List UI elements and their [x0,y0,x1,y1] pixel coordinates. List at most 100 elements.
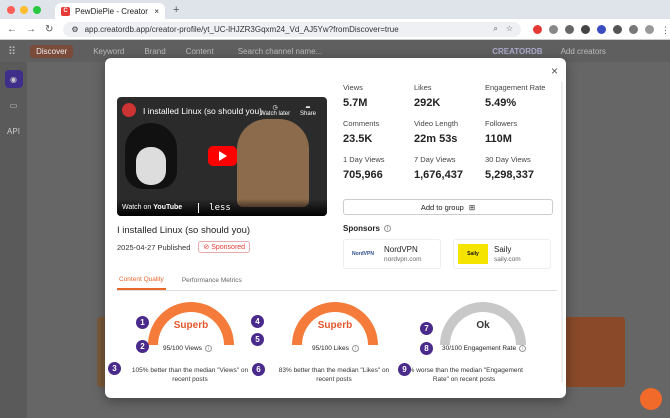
extensions-area: ⋮ [533,24,670,35]
app-sidebar: ◉ ▭ API [0,62,27,418]
stat-1-day-views: 1 Day Views 705,966 [343,155,385,181]
extension-icon[interactable] [565,24,574,34]
menu-kebab-icon[interactable]: ⋮ [661,25,670,35]
annotation-marker: 6 [252,363,265,376]
sidebar-item-discover[interactable]: ◉ [4,70,23,88]
nav-content[interactable]: Content [186,47,214,56]
url-field[interactable]: ⚙ app.creatordb.app/creator-profile/yt_U… [63,21,521,37]
sidepanel-icon[interactable] [629,24,638,34]
youtube-logo: YouTube [153,204,183,211]
reload-icon[interactable]: ↻ [45,24,53,35]
new-tab-button[interactable]: + [173,4,179,16]
bookmark-star-icon[interactable]: ☆ [506,24,513,34]
annotation-marker: 7 [420,322,433,335]
share-button[interactable]: ➦ Share [300,104,316,117]
gauge-views-score: 95/100 Views i [163,345,212,352]
sidebar-item-folder[interactable]: ▭ [5,96,23,114]
video-player[interactable]: I installed Linux (so should you) ◷ Watch… [117,97,327,216]
watch-on-label: Watch on [122,204,152,211]
tab-performance-metrics[interactable]: Performance Metrics [180,272,244,289]
extension-icon[interactable] [549,24,558,34]
sponsored-badge: ⊘ Sponsored [198,241,251,253]
sponsor-card-saily[interactable]: Saily Saily saily.com [453,239,551,269]
info-icon[interactable]: i [351,345,359,352]
annotation-marker: 8 [420,342,433,355]
gauge-engagement-grade: Ok [476,320,490,331]
stat-likes: Likes 292K [414,83,441,109]
puzzle-icon[interactable] [613,24,622,34]
gauge-engagement-score: 30/100 Engagement Rate i [442,345,527,352]
annotation-marker: 5 [251,333,264,346]
maximize-window-icon[interactable] [33,5,41,14]
nav-brand[interactable]: Brand [144,47,165,56]
info-icon[interactable]: i [204,345,212,352]
channel-avatar [122,103,136,117]
play-icon[interactable] [208,146,237,166]
annotation-marker: 1 [136,316,149,329]
add-to-group-label: Add to group [420,202,464,212]
saily-logo: Saily [458,244,488,264]
gauge-views-grade: Superb [173,320,209,331]
background-card [557,317,625,387]
window-controls[interactable] [7,5,41,14]
info-icon[interactable]: i [383,225,391,232]
stat-video-length: Video Length 22m 53s [414,119,459,145]
stat-followers: Followers 110M [485,119,518,145]
nordvpn-logo: NordVPN [352,251,374,257]
browser-tab[interactable]: C PewDiePie - Creator profile - × [55,3,165,19]
watch-on-youtube-bar[interactable]: Watch on YouTube less [117,199,327,216]
add-to-group-button[interactable]: Add to group ⊞ [343,199,553,215]
stat-views: Views 5.7M [343,83,368,109]
info-icon[interactable]: i [519,345,527,352]
less-watermark: less [198,202,231,213]
zoom-icon[interactable]: ⌕ [493,24,497,34]
forward-icon[interactable]: → [26,24,36,35]
video-detail-modal: × I installed Linux (so should you) ◷ Wat… [105,58,566,398]
stat-30-day-views: 30 Day Views 5,298,337 [485,155,534,181]
video-title: I installed Linux (so should you) [117,225,251,236]
back-icon[interactable]: ← [7,24,17,35]
quality-tabs: Content Quality Performance Metrics [117,271,557,291]
tab-content-quality[interactable]: Content Quality [117,271,166,290]
favicon-icon: C [61,6,70,16]
annotation-marker: 4 [251,315,264,328]
app-grid-icon[interactable]: ⠿ [8,45,16,58]
tab-close-icon[interactable]: × [154,7,159,16]
extension-icon[interactable] [581,24,590,34]
extension-icon[interactable] [533,24,542,34]
gauge-likes-grade: Superb [317,320,353,331]
gauge-engagement-description: 8% worse than the median "Engagement Rat… [405,367,523,383]
gauge-likes-score: 95/100 Likes i [312,345,359,352]
annotation-marker: 9 [398,363,411,376]
folder-plus-icon: ⊞ [468,202,476,212]
address-bar-row: ← → ↻ ⚙ app.creatordb.app/creator-profil… [0,19,670,40]
chat-support-button[interactable] [640,388,662,410]
extension-icon[interactable] [597,24,606,34]
minimize-window-icon[interactable] [20,5,28,14]
add-creators-button[interactable]: Add creators [561,47,606,56]
stat-engagement-rate: Engagement Rate 5.49% [485,83,546,109]
stat-7-day-views: 7 Day Views 1,676,437 [414,155,463,181]
nav-discover[interactable]: Discover [30,44,74,58]
person-thumbnail-graphic [237,119,309,207]
video-overlay-title: I installed Linux (so should you) [143,106,263,116]
penguin-thumbnail-graphic [125,123,177,189]
stat-comments: Comments 23.5K [343,119,380,145]
gauge-likes-description: 83% better than the median "Likes" on re… [278,367,390,383]
site-info-icon[interactable]: ⚙ [71,25,78,34]
close-icon[interactable]: × [551,64,558,78]
sponsors-heading: Sponsors i [343,224,391,233]
brand-logo: CREATORDB [492,46,543,56]
gauge-views-description: 105% better than the median "Views" on r… [131,367,249,383]
browser-tab-bar: C PewDiePie - Creator profile - × + [0,0,670,19]
watch-later-button[interactable]: ◷ Watch later [260,104,290,117]
annotation-marker: 2 [136,340,149,353]
modal-scrollbar[interactable] [561,82,563,382]
nav-keyword[interactable]: Keyword [93,47,124,56]
avatar[interactable] [645,24,654,34]
video-meta: 2025-04-27 Published ⊘ Sponsored [117,241,251,253]
search-input[interactable]: Search channel name... [238,47,323,56]
sponsor-card-nordvpn[interactable]: NordVPN NordVPN nordvpn.com [343,239,441,269]
close-window-icon[interactable] [7,5,15,14]
sidebar-item-api[interactable]: API [5,122,23,140]
